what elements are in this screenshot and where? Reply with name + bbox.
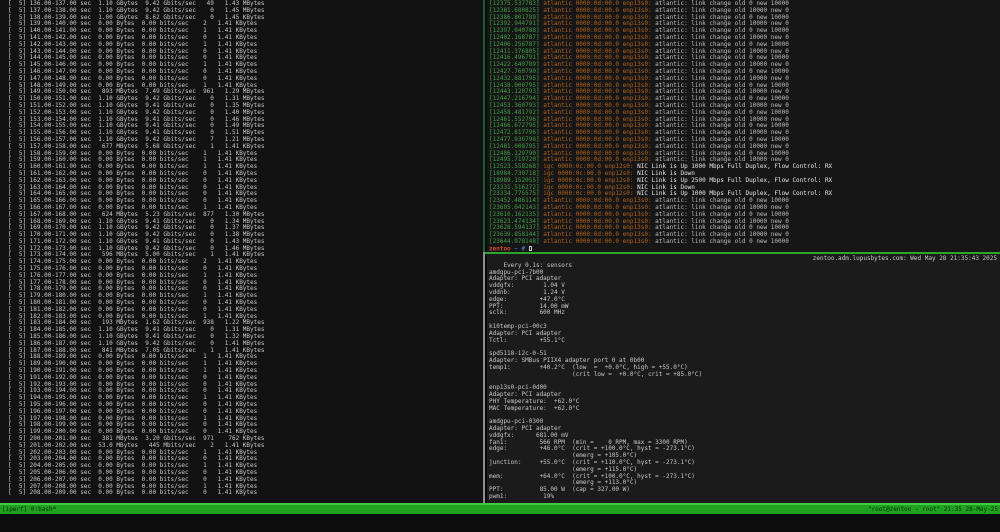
sensors-line: [489, 378, 1000, 385]
sensors-line: sclk: 600 MHz: [489, 310, 1000, 317]
sensors-line: amdgpu-pci-7b00: [489, 270, 1000, 277]
sensors-line: PPT: 14.00 mW: [489, 304, 1000, 311]
sensors-line: vddnb: 1.24 V: [489, 290, 1000, 297]
sensors-line: MAC Temperature: +62.0°C: [489, 406, 1000, 413]
iperf-interval-line: [ 5] 208.00-209.00 sec 0.00 Bytes 0.00 b…: [8, 490, 483, 497]
iperf-pane[interactable]: [ 5] 136.00-137.00 sec 1.10 GBytes 9.42 …: [0, 0, 483, 503]
sensors-line: [489, 317, 1000, 324]
sensors-line: Tctl: +55.1°C: [489, 338, 1000, 345]
watch-host-datetime: zentoo.adm.lupusbytes.com: Wed May 28 21…: [813, 256, 997, 263]
prompt-hostname: zentoo: [489, 245, 511, 252]
tmux-session-window-tab[interactable]: [iperf] 0:bash*: [2, 505, 56, 514]
sensors-line: [489, 344, 1000, 351]
sensors-line: PPT: 85.00 W (cap = 327.00 W): [489, 487, 1000, 494]
dmesg-pane[interactable]: [12375.537783] atlantic 0000:0d:00.0 enp…: [487, 0, 1000, 252]
sensors-line: enp13s0-pci-0d00: [489, 385, 1000, 392]
dmesg-device: atlantic 0000:0d:00.0 enp13s0:: [543, 238, 655, 245]
pane-border-vertical-bottom[interactable]: [483, 252, 485, 503]
sensors-output: amdgpu-pci-7b00Adapter: PCI adaptervddgf…: [489, 270, 1000, 501]
sensors-line: [489, 412, 1000, 419]
sensors-watch-pane[interactable]: Every 0.1s: sensors zentoo.adm.lupusbyte…: [487, 254, 1000, 503]
dmesg-timestamp: [23644.978148]: [489, 238, 543, 245]
shell-prompt[interactable]: zentoo ~ #: [489, 246, 1000, 252]
watch-header: Every 0.1s: sensors zentoo.adm.lupusbyte…: [489, 256, 1000, 263]
terminal-cursor: [529, 246, 532, 252]
sensors-line: pwm1: 19%: [489, 494, 1000, 501]
iperf-output: [ 5] 136.00-137.00 sec 1.10 GBytes 9.42 …: [8, 1, 483, 497]
sensors-line: Adapter: PCI adapter: [489, 331, 1000, 338]
sensors-line: Adapter: PCI adapter: [489, 276, 1000, 283]
sensors-line: vddgfx: 1.04 V: [489, 283, 1000, 290]
sensors-line: k10temp-pci-00c3: [489, 324, 1000, 331]
sensors-line: (crit low = +0.0°C, crit = +85.0°C): [489, 372, 1000, 379]
dmesg-log-line: [23644.978148] atlantic 0000:0d:00.0 enp…: [489, 239, 1000, 246]
dmesg-message: atlantic: link change old 0 new 10000: [655, 238, 789, 245]
sensors-line: amdgpu-pci-0300: [489, 419, 1000, 426]
pane-border-vertical-top[interactable]: [483, 0, 485, 252]
dmesg-output: [12375.537783] atlantic 0000:0d:00.0 enp…: [489, 1, 1000, 246]
tmux-status-clock: "root@zentoo - root" 21:35 28-May-25: [868, 505, 998, 514]
prompt-suffix: ~ #: [511, 245, 529, 252]
tmux-terminal: { "iperf_pane": { "lines": [ "[ 5] 136.0…: [0, 0, 1000, 514]
tmux-status-bar: [iperf] 0:bash* "root@zentoo - root" 21:…: [0, 503, 1000, 514]
watch-interval-label: Every 0.1s: sensors: [503, 262, 572, 269]
